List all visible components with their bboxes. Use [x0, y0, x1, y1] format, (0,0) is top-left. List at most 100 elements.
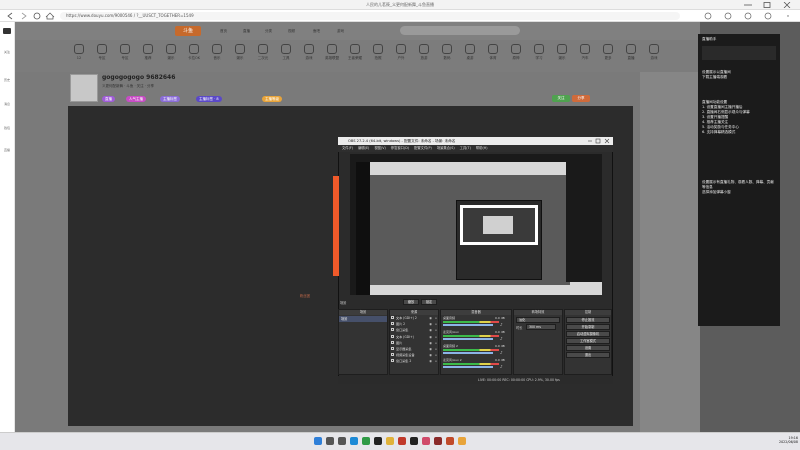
transition-select[interactable]: 淡化	[516, 317, 560, 323]
category-item[interactable]: 王者荣耀	[344, 44, 366, 61]
obs-menu-item[interactable]: 帮助(H)	[476, 146, 488, 150]
lock-icon[interactable]: ▫	[435, 347, 437, 352]
app-icon[interactable]	[446, 437, 454, 445]
category-item[interactable]: 游戏	[298, 44, 320, 61]
category-item[interactable]: 娱乐	[229, 44, 251, 61]
volume-slider[interactable]	[443, 324, 493, 326]
lock-icon[interactable]: ▫	[435, 316, 437, 321]
category-item[interactable]: 音乐	[206, 44, 228, 61]
nav-home[interactable]: 首页	[220, 29, 227, 34]
source-item[interactable]: 文本 (GDI+) 2 ◉ ▫	[390, 316, 438, 321]
category-item[interactable]: 直播	[620, 44, 642, 61]
volume-slider[interactable]	[443, 338, 493, 340]
volume-speaker-icon[interactable]: ♪	[500, 350, 503, 355]
obs-menu-item[interactable]: 场景集合(S)	[437, 146, 455, 150]
eye-icon[interactable]: ◉	[429, 322, 432, 327]
category-item[interactable]: 二次元	[252, 44, 274, 61]
volume-slider[interactable]	[443, 366, 493, 368]
share-button[interactable]: 分享	[572, 95, 590, 102]
obs-menu-item[interactable]: 停靠窗口(D)	[391, 146, 409, 150]
obs-control-button[interactable]: 启动虚拟摄像机	[566, 331, 610, 337]
nav-yuba[interactable]: 鱼吧	[313, 29, 320, 34]
nav-buttons[interactable]	[6, 12, 56, 20]
explorer-icon[interactable]	[386, 437, 394, 445]
category-item[interactable]: 娱乐	[160, 44, 182, 61]
sidebar-item-messages[interactable]: 消息	[0, 102, 14, 106]
obs-control-button[interactable]: 开始录制	[566, 324, 610, 330]
category-item[interactable]: 拍照	[367, 44, 389, 61]
obs-control-button[interactable]: 退出	[566, 352, 610, 358]
obs-window-controls[interactable]	[586, 138, 612, 144]
obs-control-button[interactable]: 停止推流	[566, 317, 610, 323]
preview-zoom-button[interactable]: 缩放	[403, 299, 419, 305]
lock-icon[interactable]: ▫	[435, 359, 437, 364]
sidebar-item-live[interactable]: 直播	[0, 148, 14, 152]
folder-icon[interactable]	[458, 437, 466, 445]
app-icon[interactable]	[422, 437, 430, 445]
nav-video[interactable]: 视频	[288, 29, 295, 34]
category-item[interactable]: 专区	[114, 44, 136, 61]
browser-actions[interactable]	[700, 12, 796, 20]
eye-icon[interactable]: ◉	[429, 341, 432, 346]
system-tray-clock[interactable]: 19:16 2022/06/08	[758, 436, 798, 444]
scene-item[interactable]: 场景	[339, 316, 387, 322]
app-icon[interactable]	[410, 437, 418, 445]
lock-icon[interactable]: ▫	[435, 341, 437, 346]
eye-icon[interactable]: ◉	[429, 328, 432, 333]
volume-speaker-icon[interactable]: ♪	[500, 322, 503, 327]
window-controls[interactable]	[740, 2, 796, 8]
category-item[interactable]: 卡拉OK	[183, 44, 205, 61]
obs-icon[interactable]	[374, 437, 382, 445]
eye-icon[interactable]: ◉	[429, 347, 432, 352]
category-item[interactable]: 娱乐	[551, 44, 573, 61]
volume-speaker-icon[interactable]: ♪	[500, 336, 503, 341]
obs-menu-item[interactable]: 视图(V)	[374, 146, 385, 150]
obs-menu-item[interactable]: 配置文件(P)	[414, 146, 432, 150]
assistant-tabs[interactable]	[702, 46, 776, 60]
category-item[interactable]: 更多	[597, 44, 619, 61]
eye-icon[interactable]: ◉	[429, 353, 432, 358]
category-item[interactable]: 英雄联盟	[321, 44, 343, 61]
volume-slider[interactable]	[443, 352, 493, 354]
lock-icon[interactable]: ▫	[435, 353, 437, 358]
sidebar-item-wallet[interactable]: 钱包	[0, 126, 14, 130]
obs-control-button[interactable]: 工作室模式	[566, 338, 610, 344]
source-item[interactable]: 窗口采集 2 ◉ ▫	[390, 359, 438, 364]
sidebar-item-follow[interactable]: 关注	[0, 50, 14, 54]
category-item[interactable]: 12	[68, 44, 90, 60]
site-logo[interactable]: 斗鱼	[175, 26, 201, 36]
source-item[interactable]: 图片 2 ◉ ▫	[390, 322, 438, 327]
category-item[interactable]: 学习	[528, 44, 550, 61]
lock-icon[interactable]: ▫	[435, 322, 437, 327]
category-item[interactable]: 户外	[390, 44, 412, 61]
category-item[interactable]: 推荐	[137, 44, 159, 61]
streamer-avatar[interactable]	[70, 74, 98, 102]
search-icon[interactable]	[326, 437, 334, 445]
source-item[interactable]: 窗口采集 ◉ ▫	[390, 328, 438, 333]
category-item[interactable]: 游戏	[643, 44, 665, 61]
lock-icon[interactable]: ▫	[435, 335, 437, 340]
volume-speaker-icon[interactable]: ♪	[500, 364, 503, 369]
edge-icon[interactable]	[350, 437, 358, 445]
taskview-icon[interactable]	[338, 437, 346, 445]
source-item[interactable]: 文本 (GDI+) ◉ ▫	[390, 334, 438, 340]
eye-icon[interactable]: ◉	[429, 316, 432, 321]
nav-game[interactable]: 游戏	[337, 29, 344, 34]
category-item[interactable]: 汽车	[574, 44, 596, 61]
obs-menu-item[interactable]: 文件(F)	[342, 146, 353, 150]
eye-icon[interactable]: ◉	[429, 335, 432, 340]
category-item[interactable]: 桌游	[459, 44, 481, 61]
category-item[interactable]: 体育	[482, 44, 504, 61]
category-item[interactable]: 专区	[91, 44, 113, 61]
chrome-icon[interactable]	[362, 437, 370, 445]
nav-live[interactable]: 直播	[243, 29, 250, 34]
transition-duration-input[interactable]: 300 ms	[526, 324, 556, 330]
site-search-input[interactable]	[400, 26, 520, 35]
lock-icon[interactable]: ▫	[435, 328, 437, 333]
obs-menu-item[interactable]: 工具(T)	[460, 146, 471, 150]
source-item[interactable]: 显示器采集 ◉ ▫	[390, 347, 438, 352]
eye-icon[interactable]: ◉	[429, 359, 432, 364]
follow-button[interactable]: 关注	[552, 95, 570, 102]
nav-category[interactable]: 分类	[265, 29, 272, 34]
source-item[interactable]: 视频采集设备 ◉ ▫	[390, 353, 438, 358]
